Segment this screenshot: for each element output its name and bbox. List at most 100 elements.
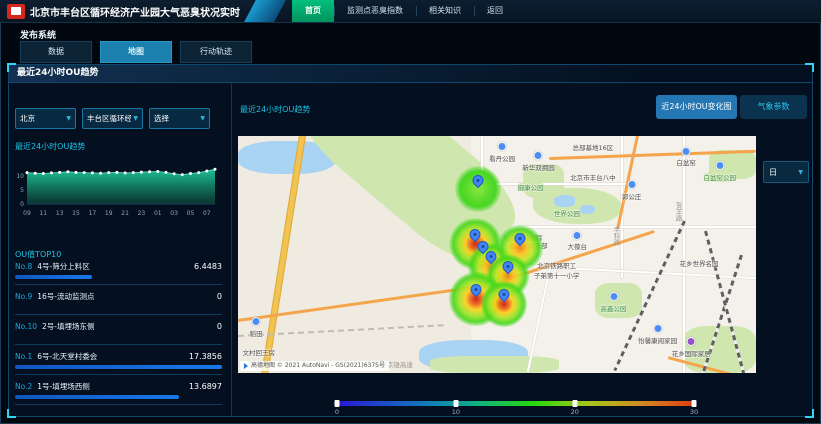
map-label: 总部基地16区 [572, 142, 613, 152]
tab-track[interactable]: 行动轨迹 [180, 41, 252, 63]
top-list-row[interactable]: No.9 16号-流动监测点 0 [15, 291, 222, 315]
ou-color-legend: 0102030 [337, 401, 694, 418]
weather-params-button[interactable]: 气象参数 [740, 95, 807, 119]
legend-tick-label: 10 [452, 408, 460, 416]
map-label: 御康公园 [518, 182, 544, 192]
map-attribution-text: 高德地图 © 2021 AutoNavi - GS(2021)6375号 [251, 361, 385, 371]
minor-road [683, 136, 685, 373]
nav-tab-odor-index[interactable]: 监测点恶臭指数 [334, 0, 416, 22]
map-label: 子弟第十一小学 [534, 270, 580, 280]
chevron-down-icon: ▼ [798, 169, 803, 176]
rank-label: No.9 [15, 292, 32, 301]
ou-value: 0 [217, 292, 222, 301]
top-list-row[interactable]: No.2 1号-填埋场西侧 13.6897 [15, 381, 222, 405]
trend-chart-label: 最近24小时OU趋势 [15, 141, 85, 152]
nav-tab-home[interactable]: 首页 [292, 0, 334, 22]
map-panel: 最近24小时OU趋势 近24小时OU变化图 气象参数 [232, 82, 812, 416]
station-name: 1号-填埋场西侧 [37, 381, 189, 392]
station-name: 6号-北天堂村委会 [37, 351, 189, 362]
station-dropdown-value: 选择 [154, 113, 169, 124]
ou-trend-chart: 0510091113151719212301030507 [11, 154, 225, 226]
map-attribution: 高德地图 © 2021 AutoNavi - GS(2021)6375号 [240, 361, 389, 371]
svg-text:11: 11 [39, 210, 47, 217]
minor-road [523, 226, 756, 228]
station-dropdown[interactable]: 选择 ▼ [149, 108, 210, 129]
rank-label: No.8 [15, 262, 32, 271]
panel-title: 最近24小时OU趋势 [9, 65, 812, 82]
station-name: 16号-流动监测点 [37, 291, 217, 302]
svg-text:01: 01 [154, 210, 162, 217]
district-dropdown[interactable]: 丰台区循环经济产业园 ▼ [82, 108, 143, 129]
top-header: 北京市丰台区循环经济产业园大气恶臭状况实时 首页 监测点恶臭指数 相关知识 返回 [0, 0, 821, 23]
map-label: 大葆台 [568, 241, 588, 251]
top-list-row[interactable]: No.1 6号-北天堂村委会 17.3856 [15, 351, 222, 375]
city-dropdown[interactable]: 北京 ▼ [15, 108, 76, 129]
poi-poi-icon [498, 142, 507, 151]
tab-map[interactable]: 地图 [100, 41, 172, 63]
svg-text:10: 10 [16, 173, 24, 180]
top-list-row[interactable]: No.8 4号-筛分上料区 6.4483 [15, 261, 222, 285]
city-dropdown-value: 北京 [20, 113, 35, 124]
top-list-row[interactable]: No.10 2号-填埋场东侧 0 [15, 321, 222, 345]
svg-text:23: 23 [138, 210, 146, 217]
app-title: 北京市丰台区循环经济产业园大气恶臭状况实时 [30, 4, 240, 19]
main-panel: 最近24小时OU趋势 北京 ▼ 丰台区循环经济产业园 ▼ 选择 ▼ 最近24小时… [8, 64, 813, 417]
park-area [430, 356, 560, 373]
poi-poi-icon [534, 151, 543, 160]
ou-value: 6.4483 [194, 262, 222, 271]
map-label: 文村回王房 [242, 347, 275, 357]
metro-poi-icon [573, 231, 582, 240]
map-label: 新华双拥园 [522, 162, 555, 172]
value-bar [15, 395, 179, 399]
value-bar [15, 275, 92, 279]
station-name: 4号-筛分上料区 [37, 261, 194, 272]
ou-change-chart-button[interactable]: 近24小时OU变化图 [656, 95, 737, 119]
period-dropdown[interactable]: 日 ▼ [763, 161, 809, 183]
svg-text:19: 19 [105, 210, 113, 217]
main-nav: 首页 监测点恶臭指数 相关知识 返回 [292, 0, 516, 22]
map-label: 花乡国际家居 [672, 348, 711, 358]
value-bar [15, 365, 222, 369]
poi-poi-icon [653, 324, 662, 333]
station-name: 2号-填埋场东侧 [42, 321, 217, 332]
map-label: 白盆窑 [676, 157, 696, 167]
chevron-down-icon: ▼ [200, 115, 205, 122]
legend-tick-labels: 0102030 [337, 408, 694, 418]
map-label: 世界公园 [554, 208, 580, 218]
top-list-title: OU值TOP10 [15, 249, 61, 260]
svg-text:05: 05 [187, 210, 195, 217]
map-label: 花乡世界名园 [680, 258, 719, 268]
purple-poi-icon [687, 337, 696, 346]
legend-tick-label: 30 [690, 408, 698, 416]
park-poi-icon [609, 292, 618, 301]
tab-data[interactable]: 数据 [20, 41, 92, 63]
heatmap-map[interactable]: 高德地图 © 2021 AutoNavi - GS(2021)6375号 看丹公… [238, 136, 756, 373]
legend-marker [335, 400, 340, 407]
minor-road [497, 183, 627, 185]
corner-accent [805, 409, 814, 418]
left-sidebar: 北京 ▼ 丰台区循环经济产业园 ▼ 选择 ▼ 最近24小时OU趋势 051009… [9, 82, 232, 416]
heatmap-blob-green [455, 166, 501, 212]
ou-top-list: No.8 4号-筛分上料区 6.4483 No.9 16号-流动监测点 0 No… [15, 261, 222, 411]
app-logo-icon [7, 4, 25, 19]
ou-value: 13.6897 [189, 382, 222, 391]
map-label: 贺羊路 [673, 202, 683, 222]
map-label: 怡馨康阅家园 [638, 335, 677, 345]
nav-tab-back[interactable]: 返回 [474, 0, 516, 22]
district-dropdown-value: 丰台区循环经济产业园 [87, 113, 131, 124]
svg-text:0: 0 [20, 201, 24, 208]
legend-tick-label: 0 [335, 408, 339, 416]
panel-header: 最近24小时OU趋势 [9, 65, 812, 83]
rank-label: No.10 [15, 322, 37, 331]
park-pond [554, 195, 575, 207]
svg-text:03: 03 [170, 210, 178, 217]
map-label: 白盆窑公园 [703, 172, 736, 182]
nav-tab-knowledge[interactable]: 相关知识 [416, 0, 474, 22]
corner-accent [805, 63, 814, 72]
metro-poi-icon [627, 180, 636, 189]
park-area [595, 283, 642, 319]
chevron-down-icon: ▼ [133, 115, 138, 122]
svg-text:13: 13 [56, 210, 64, 217]
legend-marker [572, 400, 577, 407]
ou-value: 0 [217, 322, 222, 331]
